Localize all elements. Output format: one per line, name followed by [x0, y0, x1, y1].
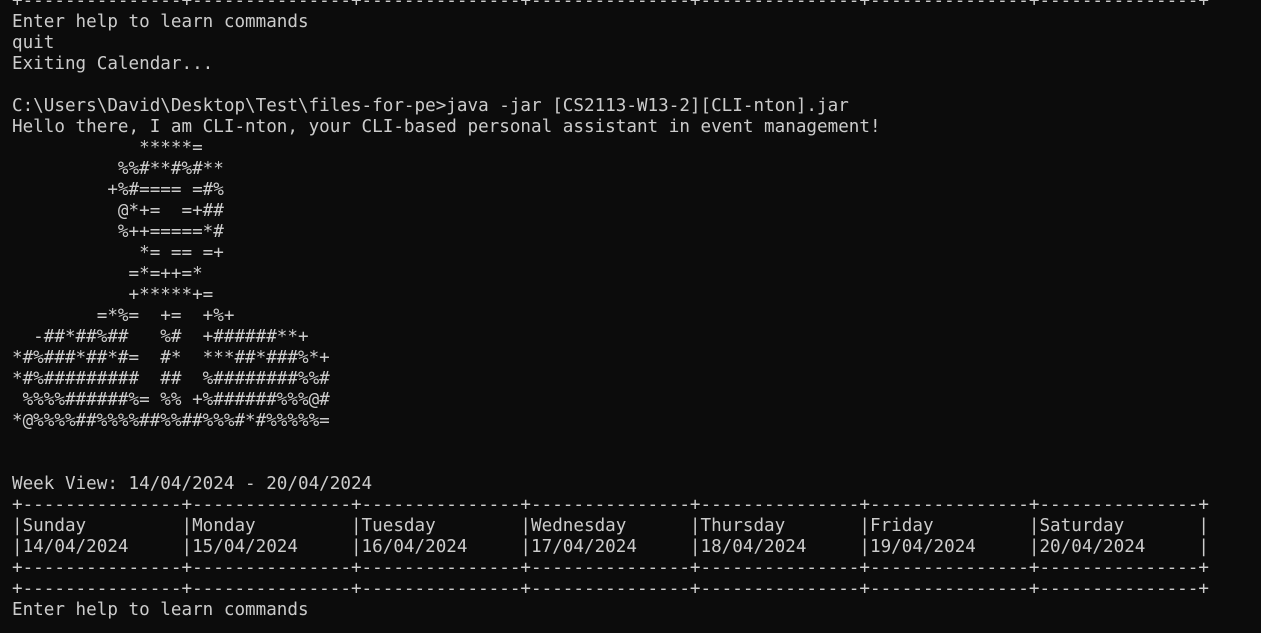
calendar-dates-row: |14/04/2024 |15/04/2024 |16/04/2024 |17/… — [12, 537, 1209, 557]
terminal-window[interactable]: +---------------+---------------+-------… — [0, 0, 1261, 620]
ascii-art-line: =*%= += +%+ — [12, 306, 235, 326]
ascii-art-line: =*=++=* — [12, 264, 203, 284]
ascii-art-line: %%%%######%= %% +%######%%%@# — [12, 390, 330, 410]
help-prompt-text: Enter help to learn commands — [12, 600, 309, 620]
calendar-border-line: +---------------+---------------+-------… — [12, 579, 1209, 599]
ascii-art-line: *****= — [12, 138, 203, 158]
ascii-art-line: %%#**#%#** — [12, 159, 224, 179]
command-prompt-line: C:\Users\David\Desktop\Test\files-for-pe… — [12, 96, 849, 116]
ascii-art-line: %++=====*# — [12, 222, 224, 242]
ascii-art-line: +*****+= — [12, 285, 214, 305]
calendar-border-line: +---------------+---------------+-------… — [12, 495, 1209, 515]
user-input-quit: quit — [12, 33, 55, 53]
calendar-border-line: +---------------+---------------+-------… — [12, 558, 1209, 578]
greeting-message: Hello there, I am CLI-nton, your CLI-bas… — [12, 117, 881, 137]
exit-message: Exiting Calendar... — [12, 54, 214, 74]
ascii-art-line: +%#==== =#% — [12, 180, 224, 200]
help-prompt-text: Enter help to learn commands — [12, 12, 309, 32]
week-view-title: Week View: 14/04/2024 - 20/04/2024 — [12, 474, 373, 494]
ascii-art-line: -##*##%## %# +######**+ — [12, 327, 309, 347]
ascii-art-line: *= == =+ — [12, 243, 224, 263]
calendar-day-names-row: |Sunday |Monday |Tuesday |Wednesday |Thu… — [12, 516, 1209, 536]
ascii-art-line: *#%######### ## %########%%# — [12, 369, 330, 389]
ascii-art-line: *@%%%%##%%%%##%%##%%%#*#%%%%%= — [12, 411, 330, 431]
ascii-art-line: *#%###*##*#= #* ***##*###%*+ — [12, 348, 330, 368]
calendar-border-line: +---------------+---------------+-------… — [12, 0, 1209, 11]
ascii-art-line: @*+= =+## — [12, 201, 224, 221]
